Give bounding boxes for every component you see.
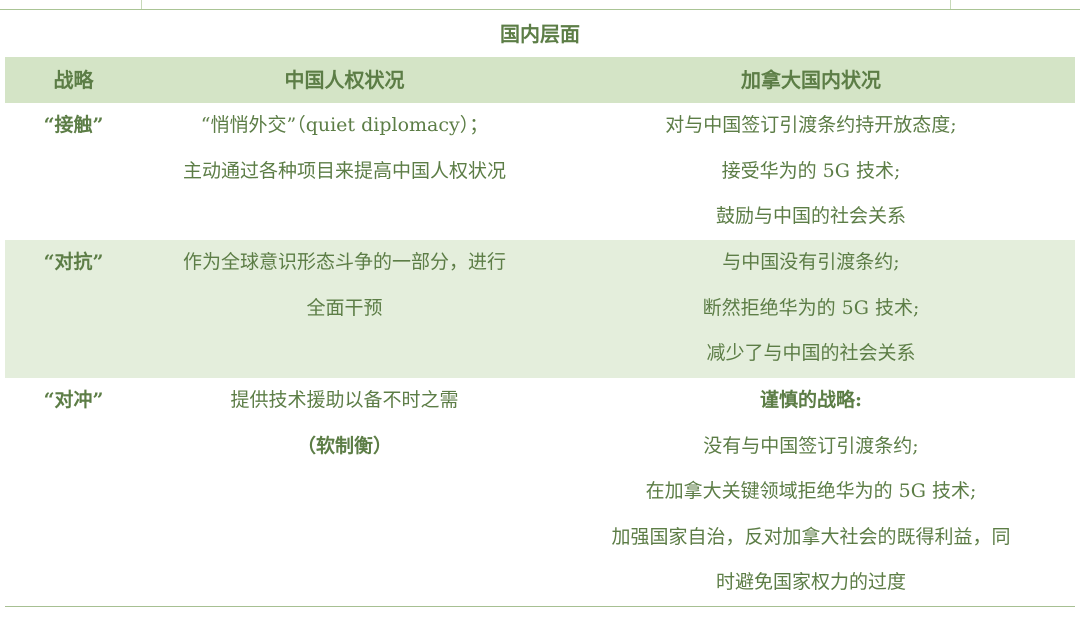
cell-text: 主动通过各种项目来提高中国人权状况 xyxy=(182,159,506,182)
strategy-label: “对抗” xyxy=(43,251,104,273)
human-rights-cell: 提供技术援助以备不时之需 （软制衡） xyxy=(142,378,547,469)
cell-text: 鼓励与中国的社会关系 xyxy=(715,205,906,227)
domestic-cell: 谨慎的战略: 没有与中国签订引渡条约; 在加拿大关键领域拒绝华为的 5G 技术;… xyxy=(547,378,1075,606)
domestic-cell: 对与中国签订引渡条约持开放态度; 接受华为的 5G 技术; 鼓励与中国的社会关系 xyxy=(547,103,1075,240)
cell-text: （软制衡） xyxy=(296,434,392,457)
cell-text: 减少了与中国的社会关系 xyxy=(706,342,916,364)
human-rights-cell: “悄悄外交”（quiet diplomacy）； 主动通过各种项目来提高中国人权… xyxy=(142,103,547,194)
cell-text: 作为全球意识形态斗争的一部分，进行 xyxy=(182,251,506,273)
table-row: “对冲” 提供技术援助以备不时之需 （软制衡） 谨慎的战略: 没有与中国签订引渡… xyxy=(5,378,1075,606)
table-row: “接触” “悄悄外交”（quiet diplomacy）； 主动通过各种项目来提… xyxy=(5,103,1075,240)
cell-text: 与中国没有引渡条约; xyxy=(722,251,900,273)
human-rights-cell: 作为全球意识形态斗争的一部分，进行 全面干预 xyxy=(142,240,547,331)
table-row: “对抗” 作为全球意识形态斗争的一部分，进行 全面干预 与中国没有引渡条约; 断… xyxy=(5,240,1075,378)
table-caption-row: 国内层面 xyxy=(5,12,1075,57)
cell-text: 断然拒绝华为的 5G 技术; xyxy=(702,296,920,319)
table-header-row: 战略 中国人权状况 加拿大国内状况 xyxy=(5,57,1075,103)
cell-text: 提供技术援助以备不时之需 xyxy=(230,389,459,411)
previous-table-edge xyxy=(0,0,1080,10)
strategy-cell: “对抗” xyxy=(5,240,142,286)
bottom-rule xyxy=(5,606,1075,607)
cell-text: 对与中国签订引渡条约持开放态度; xyxy=(665,114,957,136)
cell-text: “悄悄外交”（quiet diplomacy）； xyxy=(200,114,489,136)
cell-text: 谨慎的战略: xyxy=(759,389,862,411)
header-strategy: 战略 xyxy=(53,68,94,92)
strategy-cell: “接触” xyxy=(5,103,142,149)
cell-text: 在加拿大关键领域拒绝华为的 5G 技术; xyxy=(645,480,977,502)
domestic-cell: 与中国没有引渡条约; 断然拒绝华为的 5G 技术; 减少了与中国的社会关系 xyxy=(547,240,1075,377)
cell-text: 加强国家自治，反对加拿大社会的既得利益，同 xyxy=(611,525,1011,548)
cell-text: 时避免国家权力的过度 xyxy=(715,571,906,593)
cell-text: 全面干预 xyxy=(306,296,383,319)
strategy-label: “接触” xyxy=(43,114,104,136)
header-domestic: 加拿大国内状况 xyxy=(741,68,881,92)
cell-text: 没有与中国签订引渡条约; xyxy=(703,434,919,457)
strategy-cell: “对冲” xyxy=(5,378,142,424)
cell-text: 接受华为的 5G 技术; xyxy=(721,159,901,182)
strategy-label: “对冲” xyxy=(43,389,104,411)
header-human-rights: 中国人权状况 xyxy=(284,68,405,92)
table-caption: 国内层面 xyxy=(500,22,580,46)
top-rule xyxy=(0,9,1080,10)
